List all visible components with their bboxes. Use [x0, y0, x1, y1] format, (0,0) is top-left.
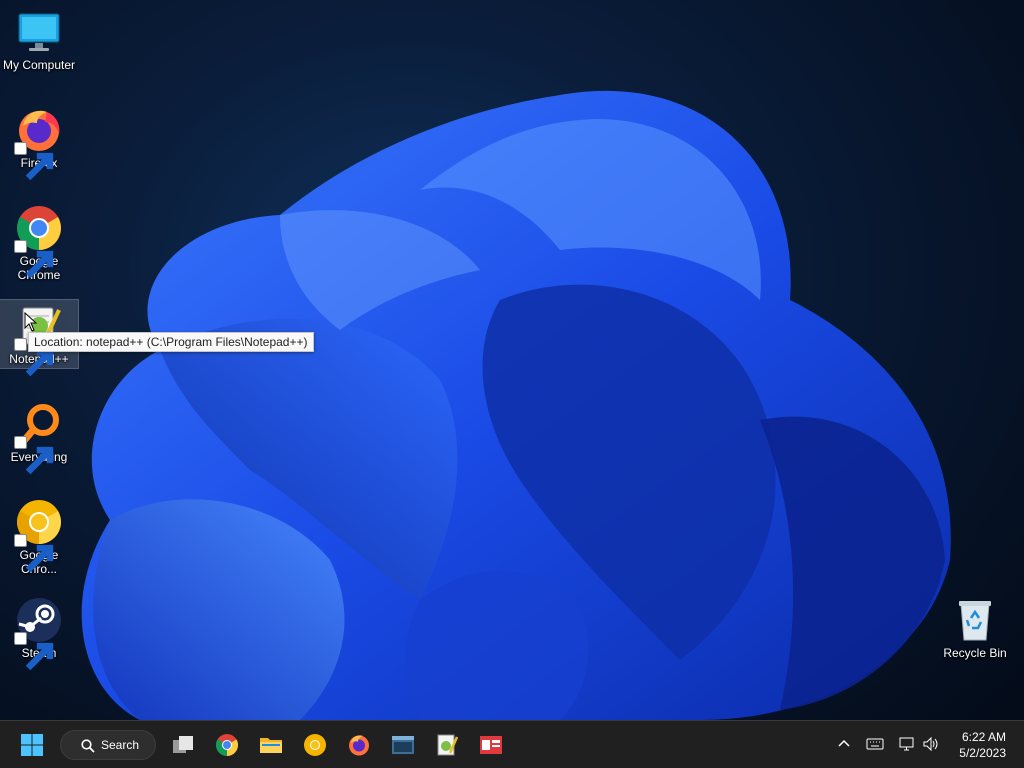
wallpaper-bloom — [81, 90, 951, 720]
clock-time: 6:22 AM — [961, 730, 1006, 744]
shortcut-arrow-icon — [14, 338, 54, 377]
chrome-canary-icon — [14, 498, 63, 573]
terminal-window-icon — [392, 736, 414, 754]
task-view-button[interactable] — [167, 729, 199, 761]
taskbar-search-box[interactable]: Search — [60, 730, 156, 760]
task-view-icon — [173, 736, 193, 753]
desktop-icon-google-chrome-2[interactable]: Google Chro... — [0, 498, 78, 576]
shortcut-arrow-icon — [14, 632, 54, 671]
taskbar-firefox-button[interactable] — [343, 729, 375, 761]
desktop-icon-label: My Computer — [2, 58, 76, 72]
taskbar-terminal-button[interactable] — [387, 729, 419, 761]
shortcut-arrow-icon — [14, 142, 54, 181]
notepadpp-icon — [437, 734, 459, 756]
shortcut-arrow-icon — [14, 436, 54, 475]
mouse-cursor-icon — [24, 312, 38, 332]
chrome-icon — [14, 204, 63, 279]
chrome-canary-icon — [304, 734, 326, 756]
desktop-icon-label: Recycle Bin — [943, 646, 1007, 660]
desktop-icon-firefox[interactable]: Firefox — [0, 106, 78, 181]
firefox-icon — [349, 735, 369, 756]
everything-search-icon — [14, 400, 63, 475]
desktop-icon-steam[interactable]: Steam — [0, 596, 78, 671]
shortcut-arrow-icon — [14, 534, 54, 573]
folder-icon — [260, 738, 282, 753]
taskbar-app-button[interactable] — [475, 729, 507, 761]
desktop-icon-my-computer[interactable]: My Computer — [0, 8, 78, 72]
recycle-bin-icon — [951, 596, 999, 644]
taskbar: Search 6:22 AM 5/2/2023 — [0, 720, 1024, 768]
desktop-icon-recycle-bin[interactable]: Recycle Bin — [936, 596, 1014, 660]
volume-icon[interactable] — [922, 735, 940, 753]
news-app-icon — [480, 736, 502, 754]
start-button[interactable] — [16, 729, 48, 761]
taskbar-chrome-button[interactable] — [211, 729, 243, 761]
chevron-up-icon[interactable] — [835, 735, 853, 753]
taskbar-chrome-canary-button[interactable] — [299, 729, 331, 761]
steam-icon — [14, 596, 63, 671]
desktop-icon-everything[interactable]: Everything — [0, 400, 78, 475]
taskbar-clock[interactable]: 6:22 AM 5/2/2023 — [959, 729, 1006, 761]
monitor-icon — [15, 8, 63, 56]
keyboard-icon[interactable] — [866, 735, 884, 753]
chrome-icon — [216, 734, 238, 756]
windows-logo-icon — [21, 734, 43, 756]
shortcut-arrow-icon — [14, 240, 54, 279]
network-icon[interactable] — [898, 735, 916, 753]
icon-tooltip: Location: notepad++ (C:\Program Files\No… — [28, 332, 314, 352]
search-label: Search — [101, 738, 140, 752]
desktop-icon-google-chrome[interactable]: Google Chrome — [0, 204, 78, 282]
clock-date: 5/2/2023 — [959, 746, 1006, 760]
taskbar-file-explorer-button[interactable] — [255, 729, 287, 761]
taskbar-notepadpp-button[interactable] — [431, 729, 463, 761]
search-icon — [81, 739, 95, 753]
firefox-icon — [14, 106, 63, 181]
